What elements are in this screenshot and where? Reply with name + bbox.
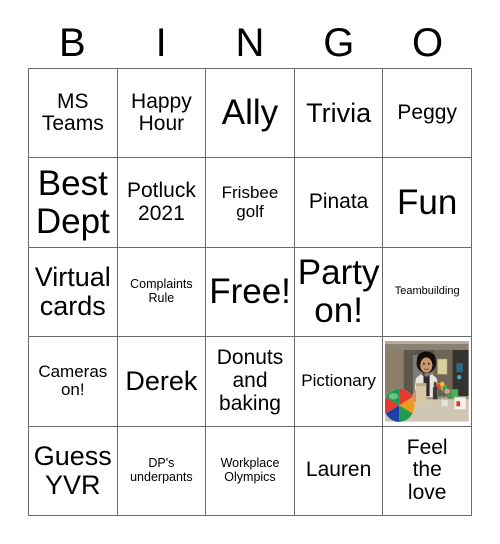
bingo-cell-r4c2[interactable]: Derek bbox=[117, 337, 207, 427]
bingo-cell-label: Peggy bbox=[397, 100, 457, 124]
bingo-cell-label: Party on! bbox=[297, 253, 380, 330]
bingo-cell-r4c5-photo[interactable] bbox=[383, 337, 472, 427]
bingo-cell-r1c4[interactable]: Trivia bbox=[294, 69, 384, 159]
header-letter-o: O bbox=[412, 21, 444, 65]
bingo-cell-r4c4[interactable]: Pictionary bbox=[294, 337, 384, 427]
bingo-cell-label: Fun bbox=[397, 182, 458, 222]
bingo-cell-label: Potluck 2021 bbox=[126, 178, 196, 225]
bingo-cell-r5c4[interactable]: Lauren bbox=[294, 426, 384, 516]
header-letter-i: I bbox=[155, 21, 167, 65]
bingo-cell-r1c3[interactable]: Ally bbox=[206, 69, 295, 159]
bingo-cell-r2c1[interactable]: Best Dept bbox=[29, 158, 118, 248]
bingo-cell-label: Ally bbox=[221, 93, 279, 133]
bingo-cell-r3c2[interactable]: Complaints Rule bbox=[117, 247, 207, 338]
bingo-cell-r4c1[interactable]: Cameras on! bbox=[29, 337, 118, 427]
bingo-cell-label: Virtual cards bbox=[34, 261, 111, 321]
bingo-cell-r5c5[interactable]: Feel the love bbox=[383, 426, 472, 516]
bingo-cell-label: MS Teams bbox=[41, 89, 104, 136]
bingo-cell-r2c5[interactable]: Fun bbox=[383, 158, 472, 248]
bingo-cell-label: Lauren bbox=[305, 458, 372, 482]
bingo-cell-r5c2[interactable]: DP's underpants bbox=[117, 426, 207, 516]
bingo-cell-r5c3[interactable]: Workplace Olympics bbox=[206, 426, 295, 516]
bingo-cell-label: Frisbee golf bbox=[221, 183, 279, 221]
header-letter-g: G bbox=[323, 21, 355, 65]
bingo-cell-label: Cameras on! bbox=[38, 362, 108, 400]
bingo-cell-r3c4[interactable]: Party on! bbox=[294, 247, 384, 338]
bingo-cell-label: Workplace Olympics bbox=[220, 456, 280, 484]
bingo-cell-label: Donuts and baking bbox=[216, 346, 284, 415]
bingo-cell-r4c3[interactable]: Donuts and baking bbox=[206, 337, 295, 427]
bingo-cell-r3c5[interactable]: Teambuilding bbox=[383, 247, 472, 338]
bingo-cell-label: Pinata bbox=[308, 190, 369, 214]
bingo-grid: MS Teams Happy Hour Ally Trivia Peggy Be… bbox=[28, 68, 472, 516]
bingo-cell-free-space[interactable]: Free! bbox=[206, 247, 295, 338]
bingo-cell-label: Happy Hour bbox=[131, 89, 192, 136]
header-letter-b: B bbox=[59, 21, 86, 65]
bingo-cell-label: Best Dept bbox=[35, 163, 110, 241]
bingo-cell-label: Teambuilding bbox=[394, 285, 460, 298]
bingo-cell-r2c2[interactable]: Potluck 2021 bbox=[117, 158, 207, 248]
bingo-cell-label: Guess YVR bbox=[33, 440, 112, 500]
bingo-cell-r5c1[interactable]: Guess YVR bbox=[29, 426, 118, 516]
bingo-cell-label: Derek bbox=[125, 365, 198, 396]
bingo-cell-r2c3[interactable]: Frisbee golf bbox=[206, 158, 295, 248]
party-photo-image bbox=[385, 341, 469, 422]
bingo-cell-label: Complaints Rule bbox=[130, 277, 193, 305]
bingo-cell-r1c2[interactable]: Happy Hour bbox=[117, 69, 207, 159]
header-letter-n: N bbox=[235, 21, 265, 65]
bingo-card: B I N G O MS Teams Happy Hour Ally Trivi… bbox=[0, 0, 500, 544]
bingo-cell-label: Feel the love bbox=[406, 435, 448, 505]
bingo-cell-label: DP's underpants bbox=[130, 456, 193, 484]
bingo-cell-r3c1[interactable]: Virtual cards bbox=[29, 247, 118, 338]
bingo-cell-label: Free! bbox=[209, 272, 291, 312]
bingo-cell-label: Trivia bbox=[306, 97, 372, 128]
bingo-header: B I N G O bbox=[28, 18, 472, 68]
bingo-cell-r2c4[interactable]: Pinata bbox=[294, 158, 384, 248]
bingo-cell-label: Pictionary bbox=[301, 371, 376, 391]
bingo-cell-r1c5[interactable]: Peggy bbox=[383, 69, 472, 159]
bingo-cell-r1c1[interactable]: MS Teams bbox=[29, 69, 118, 159]
